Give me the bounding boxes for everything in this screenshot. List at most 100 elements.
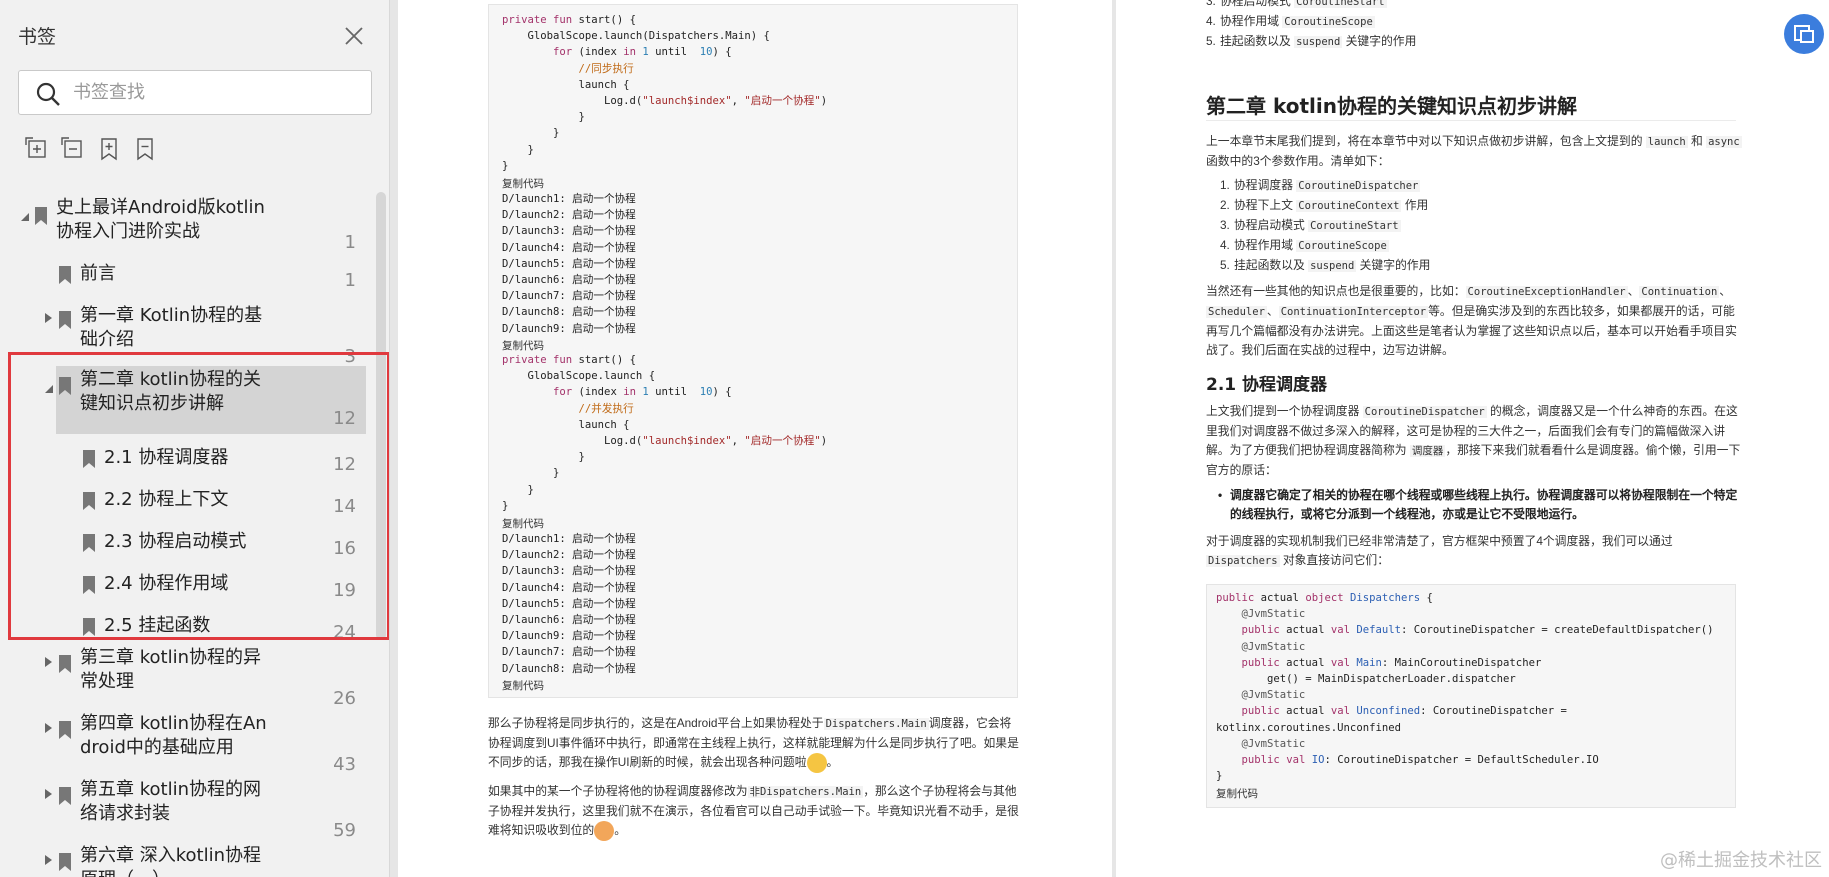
bookmark-icon <box>59 787 71 805</box>
bookmark-page: 26 <box>333 688 356 709</box>
add-bookmark-icon[interactable] <box>96 136 122 162</box>
bookmark-page: 16 <box>333 538 356 559</box>
bookmark-label: 2.3 协程启动模式 <box>104 531 247 552</box>
bookmark-icon <box>83 450 95 468</box>
bookmark-item-chapter-4[interactable]: 第四章 kotlin协程在An droid中的基础应用 43 <box>0 710 372 775</box>
copy-code-button[interactable]: 复制代码 <box>502 176 544 191</box>
emoji-icon <box>806 753 827 773</box>
collapsed-arrow-icon[interactable] <box>42 788 54 800</box>
bookmark-page: 1 <box>344 232 356 253</box>
bookmark-search-box[interactable] <box>18 70 372 115</box>
bookmark-item-chapter-2[interactable]: 第二章 kotlin协程的关 键知识点初步讲解 12 <box>0 366 372 434</box>
collapsed-arrow-icon[interactable] <box>42 656 54 668</box>
code-listing-dispatchers: public actual object Dispatchers { @JvmS… <box>1216 592 1714 783</box>
cat-emoji-icon <box>594 821 615 841</box>
bookmark-icon <box>35 207 47 225</box>
ordered-list-top: 3. 协程启动模式 CoroutineStart 4. 协程作用域 Coroutin… <box>1206 0 1766 52</box>
bookmark-item-root[interactable]: 史上最详Android版kotlin 协程入门进阶实战 1 <box>0 194 372 254</box>
bookmark-label: 第六章 深入kotlin协程原理（一） <box>80 845 261 877</box>
bookmark-page: 14 <box>333 496 356 517</box>
paragraph: 当然还有一些其他的知识点也是很重要的，比如： CoroutineException… <box>1206 284 1737 357</box>
bookmark-item-chapter-5[interactable]: 第五章 kotlin协程的网 络请求封装 59 <box>0 776 372 841</box>
bookmark-search-input[interactable] <box>73 71 363 114</box>
bookmark-label: 前言 <box>80 263 116 284</box>
paragraph: 如果其中的某一个子协程将他的协程调度器修改为 非Dispatchers.Main，… <box>488 782 1028 841</box>
close-icon[interactable] <box>338 20 370 52</box>
paragraph: 那么子协程将是同步执行的，这是在Android平台上如果协程处于 Dispatch… <box>488 714 1028 773</box>
list-item: 1. 协程调度器 CoroutineDispatcher <box>1220 178 1421 192</box>
copy-code-button[interactable]: 复制代码 <box>502 516 544 531</box>
collapsed-arrow-icon[interactable] <box>42 722 54 734</box>
bookmark-icon <box>59 721 71 739</box>
bookmark-item-preface[interactable]: 前言 1 <box>0 260 372 296</box>
collapsed-arrow-icon[interactable] <box>42 312 54 324</box>
copy-code-button[interactable]: 复制代码 <box>502 338 544 353</box>
bookmark-page: 59 <box>333 820 356 841</box>
bookmark-icon <box>83 492 95 510</box>
bookmark-icon <box>59 655 71 673</box>
bookmark-label: 2.2 协程上下文 <box>104 489 229 510</box>
copy-code-button[interactable]: 复制代码 <box>1216 786 1258 801</box>
bookmark-item-2-4[interactable]: 2.4 协程作用域 19 <box>0 570 372 606</box>
bookmark-page: 24 <box>333 622 356 643</box>
bookmark-icon <box>59 266 71 284</box>
bookmark-icon <box>83 576 95 594</box>
bookmark-item-2-2[interactable]: 2.2 协程上下文 14 <box>0 486 372 522</box>
bookmark-page: 12 <box>333 454 356 475</box>
bookmark-label: 史上最详Android版kotlin 协程入门进阶实战 <box>56 197 265 242</box>
bookmark-page: 3 <box>344 346 356 367</box>
bookmark-label: 第五章 kotlin协程的网 络请求封装 <box>80 779 261 824</box>
ordered-list: 1. 协程调度器 CoroutineDispatcher 2. 协程下上文 Coro… <box>1220 176 1760 276</box>
bookmark-label: 第二章 kotlin协程的关 键知识点初步讲解 <box>80 369 261 414</box>
bookmark-icon <box>59 311 71 329</box>
collapsed-arrow-icon[interactable] <box>42 854 54 866</box>
bookmark-label: 第四章 kotlin协程在An droid中的基础应用 <box>80 713 267 758</box>
bookmark-sidebar: 书签 史上最详Android版kotlin协程入门进阶实战 1 <box>0 0 390 877</box>
bookmark-item-2-3[interactable]: 2.3 协程启动模式 16 <box>0 528 372 564</box>
search-icon <box>36 82 60 106</box>
sidebar-title: 书签 <box>18 26 57 48</box>
bookmark-page: 12 <box>333 408 356 429</box>
divider <box>1206 120 1736 121</box>
image-translate-icon <box>1794 25 1814 43</box>
bookmark-item-chapter-6[interactable]: 第六章 深入kotlin协程原理（一） <box>0 842 372 877</box>
log-output-2: D/launch1: 启动一个协程 D/launch2: 启动一个协程 D/la… <box>502 533 636 675</box>
bookmark-item-2-1[interactable]: 2.1 协程调度器 12 <box>0 444 372 480</box>
expanded-arrow-icon[interactable] <box>42 382 54 394</box>
bookmark-label: 2.1 协程调度器 <box>104 447 229 468</box>
list-item: 4. 协程作用域 CoroutineScope <box>1206 14 1375 28</box>
bookmark-label: 2.4 协程作用域 <box>104 573 229 594</box>
bookmark-page: 19 <box>333 580 356 601</box>
list-item: 3. 协程启动模式 CoroutineStart <box>1206 0 1766 12</box>
watermark: @稀土掘金技术社区 <box>1660 850 1822 871</box>
copy-code-button[interactable]: 复制代码 <box>502 678 544 693</box>
bookmark-item-2-5[interactable]: 2.5 挂起函数 24 <box>0 612 372 648</box>
list-item: 3. 协程启动模式 CoroutineStart <box>1220 218 1401 232</box>
document-page-left: private fun start() { GlobalScope.launch… <box>398 0 1112 877</box>
bookmark-label: 第三章 kotlin协程的异 常处理 <box>80 647 261 692</box>
sidebar-scrollbar[interactable] <box>376 192 386 640</box>
bookmark-icon <box>83 534 95 552</box>
bookmark-icon <box>59 853 71 871</box>
list-item: 5. 挂起函数以及 suspend 关键字的作用 <box>1220 258 1431 272</box>
bookmark-label: 第一章 Kotlin协程的基 础介绍 <box>80 305 263 350</box>
floating-tool-button[interactable] <box>1784 14 1824 54</box>
quote-bullet: • 调度器它确定了相关的协程在哪个线程或哪些线程上执行。协程调度器可以将协程限制… <box>1218 488 1738 521</box>
document-viewer[interactable]: private fun start() { GlobalScope.launch… <box>390 0 1829 877</box>
expanded-arrow-icon[interactable] <box>18 210 30 222</box>
section-heading: 2.1 协程调度器 <box>1206 375 1328 395</box>
bookmark-item-chapter-1[interactable]: 第一章 Kotlin协程的基 础介绍 3 <box>0 302 372 367</box>
bookmark-icon <box>59 377 71 395</box>
paragraph: 对于调度器的实现机制我们已经非常清楚了，官方框架中预置了4个调度器，我们可以通过… <box>1206 534 1673 567</box>
code-listing-1: private fun start() { GlobalScope.launch… <box>502 12 828 175</box>
expand-all-icon[interactable] <box>24 136 50 162</box>
bookmark-label: 2.5 挂起函数 <box>104 615 211 636</box>
collapse-all-icon[interactable] <box>60 136 86 162</box>
paragraph: 上一本章节末尾我们提到，将在本章节中对以下知识点做初步讲解，包含上文提到的 la… <box>1206 134 1742 168</box>
code-listing-2: private fun start() { GlobalScope.launch… <box>502 352 828 515</box>
bookmark-item-chapter-3[interactable]: 第三章 kotlin协程的异 常处理 26 <box>0 644 372 709</box>
document-page-right: 3. 协程启动模式 CoroutineStart 4. 协程作用域 Coroutin… <box>1116 0 1829 877</box>
remove-bookmark-icon[interactable] <box>132 136 158 162</box>
bookmark-page: 1 <box>344 270 356 291</box>
list-item: 5. 挂起函数以及 suspend 关键字的作用 <box>1206 34 1417 48</box>
